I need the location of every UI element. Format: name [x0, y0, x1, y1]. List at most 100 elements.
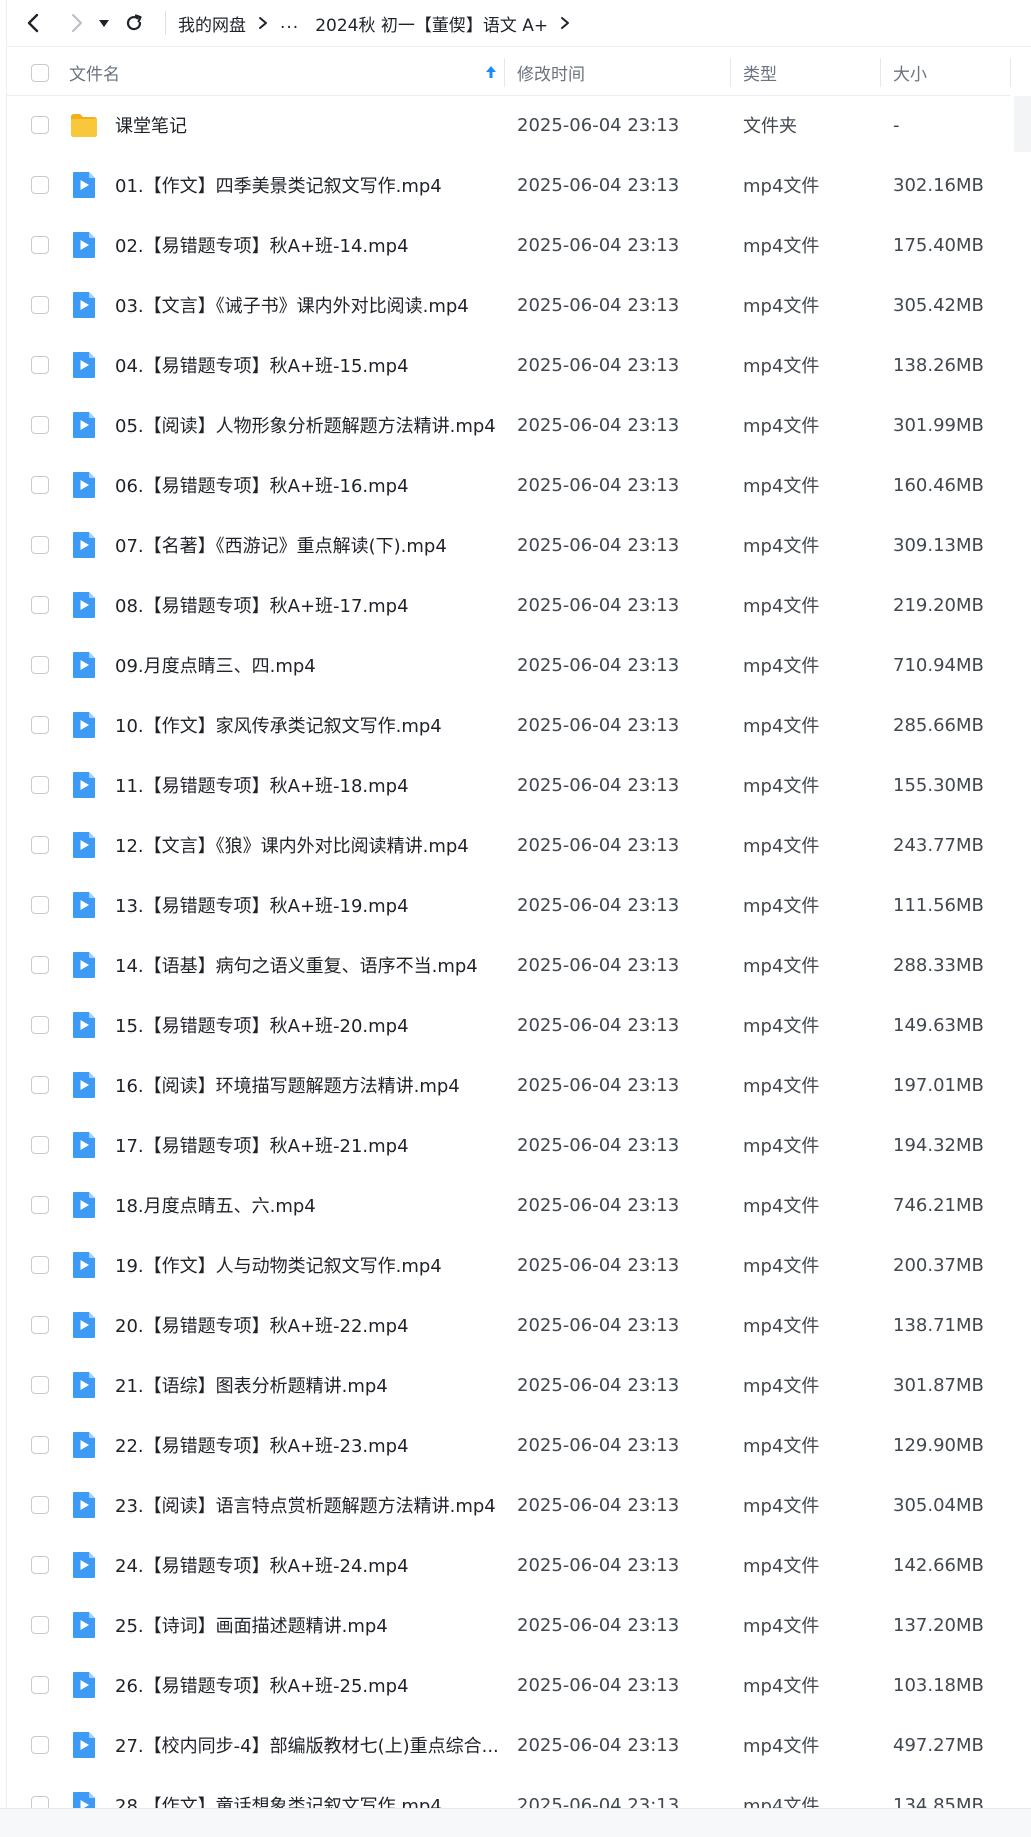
row-checkbox[interactable]: [31, 716, 49, 734]
refresh-button[interactable]: [117, 6, 151, 40]
file-name[interactable]: 24.【易错题专项】秋A+班-24.mp4: [115, 1552, 409, 1578]
history-dropdown-button[interactable]: [93, 6, 115, 40]
file-name[interactable]: 06.【易错题专项】秋A+班-16.mp4: [115, 472, 409, 498]
file-name-cell[interactable]: 课堂笔记: [65, 110, 505, 140]
file-name[interactable]: 19.【作文】人与动物类记叙文写作.mp4: [115, 1252, 442, 1278]
row-checkbox[interactable]: [31, 1616, 49, 1634]
row-checkbox[interactable]: [31, 476, 49, 494]
file-name-cell[interactable]: 17.【易错题专项】秋A+班-21.mp4: [65, 1130, 505, 1160]
file-name[interactable]: 13.【易错题专项】秋A+班-19.mp4: [115, 892, 409, 918]
file-name[interactable]: 07.【名著】《西游记》重点解读(下).mp4: [115, 532, 447, 558]
file-name[interactable]: 23.【阅读】语言特点赏析题解题方法精讲.mp4: [115, 1492, 496, 1518]
table-row[interactable]: 18.月度点睛五、六.mp4 2025-06-04 23:13 mp4文件 746.2…: [7, 1175, 1011, 1235]
file-name[interactable]: 12.【文言】《狼》课内外对比阅读精讲.mp4: [115, 832, 469, 858]
file-name-cell[interactable]: 27.【校内同步-4】部编版教材七(上)重点综合...: [65, 1730, 505, 1760]
sort-ascending-icon[interactable]: [485, 64, 497, 80]
header-size[interactable]: 大小: [881, 50, 1011, 95]
file-name-cell[interactable]: 22.【易错题专项】秋A+班-23.mp4: [65, 1430, 505, 1460]
table-row[interactable]: 24.【易错题专项】秋A+班-24.mp4 2025-06-04 23:13 mp4…: [7, 1535, 1011, 1595]
file-name[interactable]: 09.月度点睛三、四.mp4: [115, 652, 316, 678]
table-row[interactable]: 课堂笔记 2025-06-04 23:13 文件夹 -: [7, 95, 1011, 155]
file-name-cell[interactable]: 23.【阅读】语言特点赏析题解题方法精讲.mp4: [65, 1490, 505, 1520]
file-name-cell[interactable]: 24.【易错题专项】秋A+班-24.mp4: [65, 1550, 505, 1580]
file-name-cell[interactable]: 15.【易错题专项】秋A+班-20.mp4: [65, 1010, 505, 1040]
row-checkbox[interactable]: [31, 116, 49, 134]
row-checkbox[interactable]: [31, 1676, 49, 1694]
file-name[interactable]: 05.【阅读】人物形象分析题解题方法精讲.mp4: [115, 412, 496, 438]
file-name-cell[interactable]: 11.【易错题专项】秋A+班-18.mp4: [65, 770, 505, 800]
row-checkbox[interactable]: [31, 416, 49, 434]
file-name-cell[interactable]: 09.月度点睛三、四.mp4: [65, 650, 505, 680]
row-checkbox[interactable]: [31, 1076, 49, 1094]
row-checkbox[interactable]: [31, 1436, 49, 1454]
table-row[interactable]: 28.【作文】童话想象类记叙文写作.mp4 2025-06-04 23:13 mp4…: [7, 1775, 1011, 1808]
file-name[interactable]: 15.【易错题专项】秋A+班-20.mp4: [115, 1012, 409, 1038]
file-name-cell[interactable]: 19.【作文】人与动物类记叙文写作.mp4: [65, 1250, 505, 1280]
table-row[interactable]: 15.【易错题专项】秋A+班-20.mp4 2025-06-04 23:13 mp4…: [7, 995, 1011, 1055]
file-name-cell[interactable]: 26.【易错题专项】秋A+班-25.mp4: [65, 1670, 505, 1700]
file-name[interactable]: 16.【阅读】环境描写题解题方法精讲.mp4: [115, 1072, 460, 1098]
table-row[interactable]: 21.【语综】图表分析题精讲.mp4 2025-06-04 23:13 mp4文件 3…: [7, 1355, 1011, 1415]
table-row[interactable]: 13.【易错题专项】秋A+班-19.mp4 2025-06-04 23:13 mp4…: [7, 875, 1011, 935]
table-row[interactable]: 27.【校内同步-4】部编版教材七(上)重点综合... 2025-06-04 23…: [7, 1715, 1011, 1775]
table-row[interactable]: 20.【易错题专项】秋A+班-22.mp4 2025-06-04 23:13 mp4…: [7, 1295, 1011, 1355]
breadcrumb-root[interactable]: 我的网盘: [178, 11, 246, 36]
file-name-cell[interactable]: 25.【诗词】画面描述题精讲.mp4: [65, 1610, 505, 1640]
table-row[interactable]: 03.【文言】《诫子书》课内外对比阅读.mp4 2025-06-04 23:13 m…: [7, 275, 1011, 335]
file-name[interactable]: 04.【易错题专项】秋A+班-15.mp4: [115, 352, 409, 378]
file-name-cell[interactable]: 04.【易错题专项】秋A+班-15.mp4: [65, 350, 505, 380]
file-name[interactable]: 27.【校内同步-4】部编版教材七(上)重点综合...: [115, 1732, 499, 1758]
file-name[interactable]: 26.【易错题专项】秋A+班-25.mp4: [115, 1672, 409, 1698]
file-name-cell[interactable]: 08.【易错题专项】秋A+班-17.mp4: [65, 590, 505, 620]
table-row[interactable]: 07.【名著】《西游记》重点解读(下).mp4 2025-06-04 23:13 m…: [7, 515, 1011, 575]
back-button[interactable]: [17, 6, 51, 40]
file-name-cell[interactable]: 12.【文言】《狼》课内外对比阅读精讲.mp4: [65, 830, 505, 860]
row-checkbox[interactable]: [31, 1736, 49, 1754]
file-name[interactable]: 02.【易错题专项】秋A+班-14.mp4: [115, 232, 409, 258]
row-checkbox[interactable]: [31, 356, 49, 374]
file-name-cell[interactable]: 28.【作文】童话想象类记叙文写作.mp4: [65, 1790, 505, 1808]
file-name-cell[interactable]: 21.【语综】图表分析题精讲.mp4: [65, 1370, 505, 1400]
row-checkbox[interactable]: [31, 1196, 49, 1214]
table-row[interactable]: 01.【作文】四季美景类记叙文写作.mp4 2025-06-04 23:13 mp4…: [7, 155, 1011, 215]
header-name[interactable]: 文件名: [65, 50, 505, 95]
table-row[interactable]: 02.【易错题专项】秋A+班-14.mp4 2025-06-04 23:13 mp4…: [7, 215, 1011, 275]
file-name[interactable]: 20.【易错题专项】秋A+班-22.mp4: [115, 1312, 409, 1338]
file-name[interactable]: 28.【作文】童话想象类记叙文写作.mp4: [115, 1792, 442, 1808]
file-name-cell[interactable]: 07.【名著】《西游记》重点解读(下).mp4: [65, 530, 505, 560]
file-name-cell[interactable]: 13.【易错题专项】秋A+班-19.mp4: [65, 890, 505, 920]
file-name-cell[interactable]: 05.【阅读】人物形象分析题解题方法精讲.mp4: [65, 410, 505, 440]
header-type[interactable]: 类型: [731, 50, 881, 95]
row-checkbox[interactable]: [31, 1496, 49, 1514]
forward-button[interactable]: [59, 6, 93, 40]
table-row[interactable]: 04.【易错题专项】秋A+班-15.mp4 2025-06-04 23:13 mp4…: [7, 335, 1011, 395]
table-row[interactable]: 10.【作文】家风传承类记叙文写作.mp4 2025-06-04 23:13 mp4…: [7, 695, 1011, 755]
table-row[interactable]: 09.月度点睛三、四.mp4 2025-06-04 23:13 mp4文件 710.9…: [7, 635, 1011, 695]
table-row[interactable]: 23.【阅读】语言特点赏析题解题方法精讲.mp4 2025-06-04 23:13…: [7, 1475, 1011, 1535]
file-name-cell[interactable]: 14.【语基】病句之语义重复、语序不当.mp4: [65, 950, 505, 980]
file-name[interactable]: 03.【文言】《诫子书》课内外对比阅读.mp4: [115, 292, 469, 318]
table-row[interactable]: 19.【作文】人与动物类记叙文写作.mp4 2025-06-04 23:13 mp4…: [7, 1235, 1011, 1295]
file-name[interactable]: 17.【易错题专项】秋A+班-21.mp4: [115, 1132, 409, 1158]
file-name[interactable]: 21.【语综】图表分析题精讲.mp4: [115, 1372, 388, 1398]
file-name-cell[interactable]: 02.【易错题专项】秋A+班-14.mp4: [65, 230, 505, 260]
table-row[interactable]: 05.【阅读】人物形象分析题解题方法精讲.mp4 2025-06-04 23:13…: [7, 395, 1011, 455]
file-name-cell[interactable]: 16.【阅读】环境描写题解题方法精讲.mp4: [65, 1070, 505, 1100]
row-checkbox[interactable]: [31, 1796, 49, 1808]
file-name[interactable]: 课堂笔记: [115, 112, 187, 138]
file-name-cell[interactable]: 20.【易错题专项】秋A+班-22.mp4: [65, 1310, 505, 1340]
file-name-cell[interactable]: 10.【作文】家风传承类记叙文写作.mp4: [65, 710, 505, 740]
table-row[interactable]: 17.【易错题专项】秋A+班-21.mp4 2025-06-04 23:13 mp4…: [7, 1115, 1011, 1175]
row-checkbox[interactable]: [31, 656, 49, 674]
scrollbar-thumb[interactable]: [1014, 96, 1031, 152]
row-checkbox[interactable]: [31, 956, 49, 974]
file-name[interactable]: 11.【易错题专项】秋A+班-18.mp4: [115, 772, 409, 798]
row-checkbox[interactable]: [31, 1556, 49, 1574]
row-checkbox[interactable]: [31, 236, 49, 254]
row-checkbox[interactable]: [31, 1016, 49, 1034]
row-checkbox[interactable]: [31, 596, 49, 614]
row-checkbox[interactable]: [31, 1136, 49, 1154]
table-row[interactable]: 16.【阅读】环境描写题解题方法精讲.mp4 2025-06-04 23:13 mp…: [7, 1055, 1011, 1115]
row-checkbox[interactable]: [31, 1376, 49, 1394]
row-checkbox[interactable]: [31, 176, 49, 194]
